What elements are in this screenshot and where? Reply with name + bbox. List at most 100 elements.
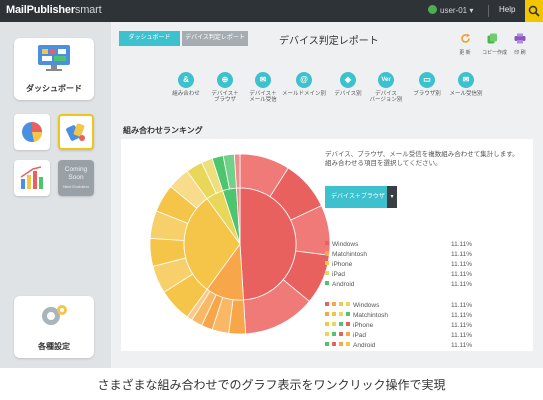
breadcrumb-current: デバイス判定レポート	[182, 31, 248, 46]
coming-soon-line3: Next Evolution	[63, 184, 89, 189]
mail-icon: ✉	[458, 72, 474, 88]
legend-label: Windows	[353, 302, 380, 309]
combination-select[interactable]: デバイス＋ブラウザ ▾	[325, 186, 397, 208]
bar-chart-icon	[20, 166, 43, 189]
legend-swatch	[325, 241, 329, 245]
filter-mail-domain[interactable]: @ メールドメイン別	[282, 72, 326, 97]
browser-icon: ⊕	[217, 72, 233, 88]
filter-device[interactable]: ◈ デバイス別	[329, 72, 367, 97]
legend-label: Matchintosh	[332, 251, 368, 258]
brand-logo[interactable]: MailPublishersmart	[6, 4, 102, 16]
filter-combination[interactable]: & 組み合わせ	[167, 72, 205, 97]
legend-row: iPhone 11.11%	[325, 261, 472, 271]
chevron-down-icon: ▾	[469, 6, 474, 15]
copy-icon	[487, 33, 497, 44]
legend-percent: 11.11%	[451, 332, 473, 339]
filter-label: メールドメイン別	[282, 91, 327, 97]
at-sign-icon: @	[296, 72, 312, 88]
monitor-icon	[38, 45, 70, 71]
legend-percent: 11.11%	[451, 251, 473, 258]
print-icon	[514, 33, 526, 44]
analytics-tile[interactable]	[14, 160, 50, 196]
dashboard-tile[interactable]: ダッシュボード	[14, 38, 94, 100]
legend-swatch	[339, 322, 343, 326]
legend-swatch	[325, 312, 329, 316]
legend-swatch	[332, 342, 336, 346]
filter-label: 組み合わせ	[172, 91, 200, 97]
legend-swatch	[339, 342, 343, 346]
breadcrumb-dashboard[interactable]: ダッシュボード	[119, 31, 180, 46]
refresh-label: 更 新	[459, 50, 471, 56]
legend-swatch	[325, 251, 329, 255]
filter-label: メール受信別	[449, 91, 483, 97]
legend-percent: 11.11%	[451, 322, 473, 329]
user-menu[interactable]: user-01 ▾	[428, 5, 473, 15]
search-button[interactable]	[525, 0, 543, 22]
description-line1: デバイス、ブラウザ、メール受信を複数組み合わせて集計します。	[325, 151, 519, 158]
page-title: デバイス判定レポート	[279, 36, 379, 47]
legend-swatch	[332, 322, 336, 326]
legend-label: Matchintosh	[353, 312, 389, 319]
user-status-icon	[428, 5, 437, 14]
device-report-tile[interactable]	[58, 114, 94, 150]
legend-row: Windows 11.11%	[325, 302, 472, 312]
legend-label: Windows	[332, 241, 359, 248]
legend-row: iPad 11.11%	[325, 271, 472, 281]
legend-swatch	[332, 312, 336, 316]
filter-browser[interactable]: ▭ ブラウザ別	[408, 72, 446, 97]
caption: さまざまな組み合わせでのグラフ表示をワンクリック操作で実現	[97, 378, 446, 392]
legend-swatch	[346, 312, 350, 316]
dashboard-label: ダッシュボード	[26, 84, 82, 93]
legend-percent: 11.11%	[451, 312, 473, 319]
legend-label: Android	[353, 342, 376, 349]
legend-swatch	[346, 332, 350, 336]
filter-mail-receive[interactable]: ✉ メール受信別	[447, 72, 485, 97]
legend-row: iPad 11.11%	[325, 332, 472, 342]
legend-row: Android 11.11%	[325, 342, 472, 352]
ranking-panel: デバイス、ブラウザ、メール受信を複数組み合わせて集計します。 組み合わせる項目を…	[121, 139, 533, 351]
legend-swatch	[325, 342, 329, 346]
browser-window-icon: ▭	[419, 72, 435, 88]
legend-row: Android 11.11%	[325, 281, 472, 291]
legend-percent: 11.11%	[451, 261, 473, 268]
mail-device-icon: ✉	[255, 72, 271, 88]
filter-device-mail[interactable]: ✉ デバイス＋ メール受信	[244, 72, 282, 103]
coming-soon-line2: Soon	[68, 174, 84, 181]
coming-soon-tile: Coming Soon Next Evolution	[58, 160, 94, 196]
legend-percent: 11.11%	[451, 271, 473, 278]
settings-tile[interactable]: 各種設定	[14, 296, 94, 358]
legend-label: Android	[332, 281, 355, 288]
report-tile[interactable]	[14, 114, 50, 150]
legend-swatch	[339, 302, 343, 306]
legend-percent: 11.11%	[451, 342, 473, 349]
description: デバイス、ブラウザ、メール受信を複数組み合わせて集計します。 組み合わせる項目を…	[325, 150, 525, 168]
legend-percent: 11.11%	[451, 302, 473, 309]
legend-swatch	[346, 322, 350, 326]
refresh-button[interactable]: 更 新	[455, 29, 475, 56]
coming-soon-line1: Coming	[64, 166, 88, 173]
legend-swatch	[339, 332, 343, 336]
legend-swatch	[325, 332, 329, 336]
print-button[interactable]: 印 刷	[510, 29, 530, 56]
filter-label: デバイス別	[334, 91, 362, 97]
device-icon: ◈	[340, 72, 356, 88]
legend-label: iPhone	[353, 322, 374, 329]
copy-button[interactable]: コピー作成	[482, 29, 507, 56]
search-icon	[528, 5, 540, 17]
section-title: 組み合わせランキング	[123, 126, 203, 135]
settings-label: 各種設定	[38, 342, 70, 351]
legend-row: iPhone 11.11%	[325, 322, 472, 332]
legend-row: Matchintosh 11.11%	[325, 251, 472, 261]
help-link[interactable]: Help	[499, 5, 515, 14]
legend-row: Matchintosh 11.11%	[325, 312, 472, 322]
main-content: ダッシュボード デバイス判定レポート デバイス判定レポート 更 新 コピー作成 …	[111, 22, 543, 368]
top-bar: MailPublishersmart user-01 ▾ Help	[0, 0, 543, 22]
legend-swatch	[332, 332, 336, 336]
legend-swatch	[325, 302, 329, 306]
legend-swatch	[325, 281, 329, 285]
sidebar: ダッシュボード Coming Soon Next Evolution 各種設定	[0, 22, 111, 368]
legend-percent: 11.11%	[451, 281, 473, 288]
filter-device-version[interactable]: Ver デバイス バージョン別	[367, 72, 405, 103]
filter-device-browser[interactable]: ⊕ デバイス＋ ブラウザ	[206, 72, 244, 103]
user-name: user-01	[440, 6, 468, 15]
